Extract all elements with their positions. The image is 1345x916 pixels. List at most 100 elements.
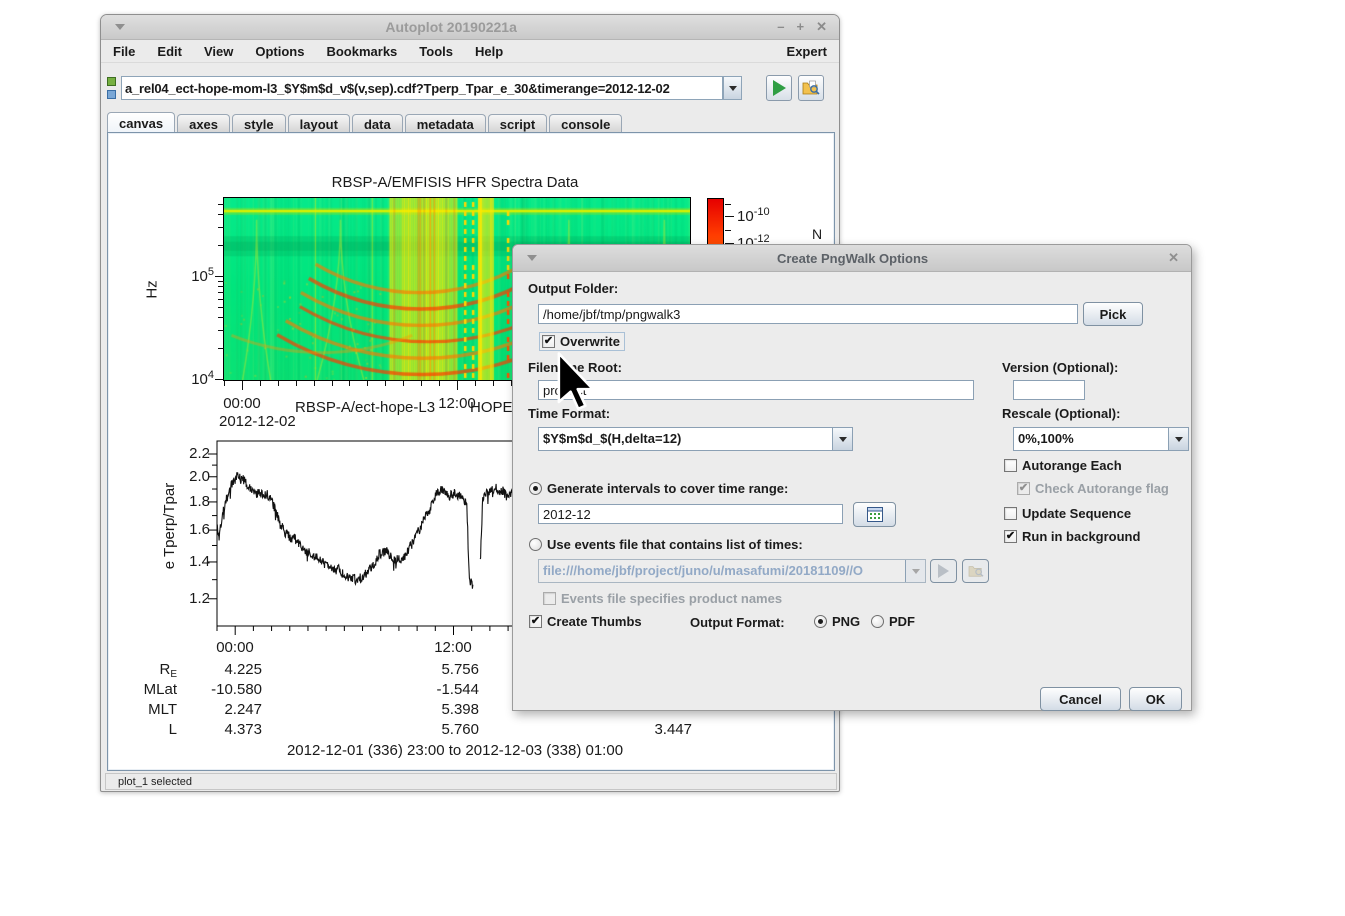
menubar: File Edit View Options Bookmarks Tools H… — [101, 40, 839, 63]
spec-ytick-label: 104 — [154, 369, 214, 388]
tab-console[interactable]: console — [549, 114, 622, 134]
run-in-background-checkbox[interactable]: ✔ Run in background — [1004, 529, 1140, 544]
update-sequence-label: Update Sequence — [1022, 506, 1131, 521]
rescale-value: 0%,100% — [1014, 428, 1168, 450]
autorange-each-label: Autorange Each — [1022, 458, 1122, 473]
time-format-combo[interactable]: $Y$m$d_$(H,delta=12) — [538, 427, 853, 451]
tab-style[interactable]: style — [232, 114, 286, 134]
radio-selected-icon — [529, 482, 542, 495]
create-thumbs-label: Create Thumbs — [547, 614, 642, 629]
play-icon — [773, 80, 786, 96]
lineplot-xtick-label: 12:00 — [423, 639, 483, 656]
create-thumbs-checkbox[interactable]: ✔ Create Thumbs — [529, 614, 642, 629]
ok-button[interactable]: OK — [1129, 687, 1182, 711]
events-play-button — [930, 559, 957, 583]
lineplot-ytick-label: 2.0 — [162, 468, 210, 485]
rescale-combo[interactable]: 0%,100% — [1013, 427, 1189, 451]
colorbar-unit-label: N — [812, 226, 822, 242]
spec-xtick — [314, 381, 315, 386]
generate-intervals-label: Generate intervals to cover time range: — [547, 481, 788, 496]
tab-script[interactable]: script — [488, 114, 547, 134]
overwrite-checkbox[interactable]: ✔ Overwrite — [539, 332, 625, 351]
expert-menu[interactable]: Expert — [787, 44, 827, 59]
table-cell: 5.756 — [389, 661, 479, 678]
calendar-button[interactable] — [853, 502, 896, 527]
tab-layout[interactable]: layout — [288, 114, 350, 134]
spec-ytick-minor — [218, 307, 224, 308]
use-events-file-radio[interactable]: Use events file that contains list of ti… — [529, 537, 803, 552]
time-format-value: $Y$m$d_$(H,delta=12) — [539, 428, 832, 450]
table-cell: 4.225 — [172, 661, 262, 678]
blue-square-icon[interactable] — [107, 90, 116, 99]
checkbox-unchecked-icon — [543, 592, 556, 605]
version-input[interactable] — [1013, 380, 1085, 400]
dialog-menu-triangle-icon[interactable] — [527, 255, 537, 261]
pick-button[interactable]: Pick — [1083, 302, 1143, 326]
colorbar-tick-label: 10-10 — [737, 206, 797, 225]
autorange-each-checkbox[interactable]: Autorange Each — [1004, 458, 1122, 473]
spec-ytick-minor — [218, 317, 224, 318]
lineplot-ytick-label: 1.2 — [162, 590, 210, 607]
checkbox-unchecked-icon — [1004, 459, 1017, 472]
radio-selected-icon — [814, 615, 827, 628]
minimize-button[interactable]: – — [777, 19, 784, 35]
update-sequence-checkbox[interactable]: Update Sequence — [1004, 506, 1131, 521]
rescale-dropdown-button[interactable] — [1168, 428, 1188, 450]
spec-xtick — [349, 381, 350, 386]
address-input[interactable]: a_rel04_ect-hope-mom-l3_$Y$m$d_v$(v,sep)… — [121, 76, 723, 100]
output-folder-input[interactable]: /home/jbf/tmp/pngwalk3 — [538, 304, 1078, 324]
spec-xtick-0000: 00:00 — [212, 395, 272, 412]
chevron-down-icon — [729, 86, 737, 91]
spec-xtick — [367, 381, 368, 386]
tab-metadata[interactable]: metadata — [405, 114, 486, 134]
checkbox-checked-icon: ✔ — [1017, 482, 1030, 495]
spec-xtick — [224, 381, 225, 386]
pngwalk-options-dialog: Create PngWalk Options ✕ Output Folder: … — [512, 244, 1192, 711]
tab-axes[interactable]: axes — [177, 114, 230, 134]
radio-unselected-icon — [871, 615, 884, 628]
colorbar-tick-major — [725, 216, 734, 217]
cancel-button[interactable]: Cancel — [1040, 687, 1121, 711]
table-cell: 4.373 — [172, 721, 262, 738]
spec-xtick — [403, 381, 404, 386]
spec-ytick-minor — [218, 245, 224, 246]
spec-ytick-minor — [218, 330, 224, 331]
lineplot-ytick-label: 1.6 — [162, 521, 210, 538]
tab-canvas[interactable]: canvas — [107, 112, 175, 134]
menu-bookmarks[interactable]: Bookmarks — [326, 44, 397, 59]
lineplot-title-right: HOPE — [470, 399, 513, 416]
spec-ytick-major — [215, 379, 224, 380]
colorbar-tick-minor — [725, 204, 731, 205]
go-plot-button[interactable] — [766, 75, 792, 101]
checkbox-checked-icon: ✔ — [529, 615, 542, 628]
menu-help[interactable]: Help — [475, 44, 503, 59]
lineplot-title-left: RBSP-A/ect-hope-L3 — [295, 399, 435, 416]
dialog-titlebar[interactable]: Create PngWalk Options ✕ — [513, 245, 1191, 272]
window-titlebar[interactable]: Autoplot 20190221a – + ✕ — [101, 15, 839, 40]
address-dropdown-button[interactable] — [723, 76, 742, 100]
table-cell: 3.447 — [602, 721, 692, 738]
menu-view[interactable]: View — [204, 44, 233, 59]
menu-options[interactable]: Options — [255, 44, 304, 59]
close-button[interactable]: ✕ — [816, 19, 827, 35]
spec-xtick — [332, 381, 333, 386]
dialog-close-button[interactable]: ✕ — [1168, 250, 1179, 266]
pdf-radio[interactable]: PDF — [871, 614, 915, 629]
maximize-button[interactable]: + — [797, 19, 805, 35]
png-radio[interactable]: PNG — [814, 614, 860, 629]
filename-root-input[interactable]: product — [538, 380, 974, 400]
time-format-dropdown-button[interactable] — [832, 428, 852, 450]
menu-edit[interactable]: Edit — [157, 44, 182, 59]
window-menu-triangle-icon[interactable] — [115, 24, 125, 30]
menu-tools[interactable]: Tools — [419, 44, 453, 59]
menu-file[interactable]: File — [113, 44, 135, 59]
checkbox-unchecked-icon — [1004, 507, 1017, 520]
time-range-input[interactable]: 2012-12 — [538, 504, 843, 524]
generate-intervals-radio[interactable]: Generate intervals to cover time range: — [529, 481, 788, 496]
inspect-uri-button[interactable] — [798, 75, 824, 101]
green-square-icon[interactable] — [107, 77, 116, 86]
tab-data[interactable]: data — [352, 114, 403, 134]
statusbar: plot_1 selected — [105, 773, 837, 790]
table-cell: 5.398 — [389, 701, 479, 718]
checkbox-checked-icon: ✔ — [1004, 530, 1017, 543]
